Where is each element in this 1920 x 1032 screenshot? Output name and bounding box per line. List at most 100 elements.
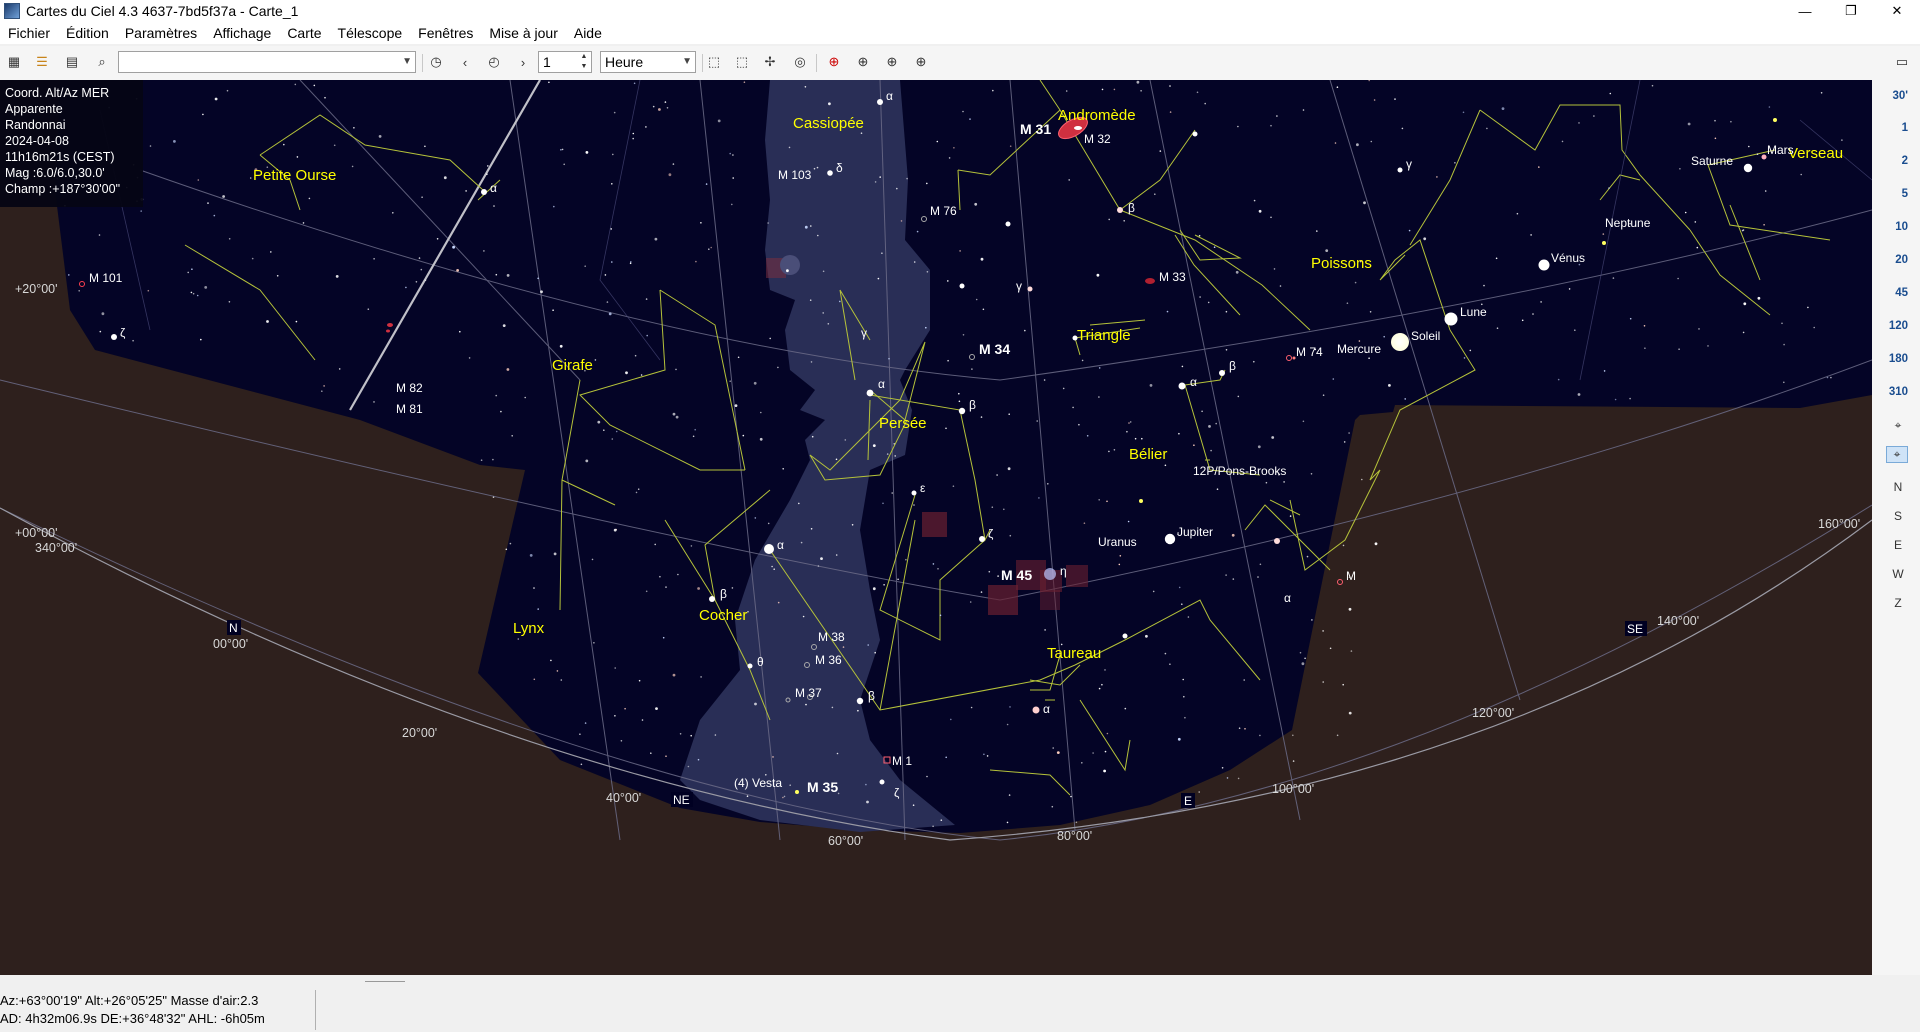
- svg-text:γ: γ: [1406, 157, 1412, 171]
- fov-button-120[interactable]: 120: [1889, 320, 1908, 332]
- details-icon[interactable]: ▤: [62, 52, 82, 72]
- target-icon[interactable]: ◎: [790, 52, 810, 72]
- fov-button-10[interactable]: 10: [1895, 221, 1908, 233]
- label-m82: M 82: [396, 381, 423, 395]
- sky-map[interactable]: +20°00' +00°00' 340°00' 00°00' 20°00' 40…: [0, 80, 1872, 975]
- svg-text:β: β: [969, 398, 976, 412]
- orient-s-button[interactable]: S: [1888, 509, 1908, 523]
- svg-text:ζ: ζ: [894, 786, 900, 800]
- time-now-icon[interactable]: ◴: [484, 52, 504, 72]
- zoom-area-icon[interactable]: ⬚: [704, 52, 724, 72]
- time-back-icon[interactable]: ‹: [455, 52, 475, 72]
- grid-label-dec20: +20°00': [15, 282, 58, 296]
- cardinal-e: E: [1184, 794, 1192, 808]
- constellation-lynx: Lynx: [513, 620, 545, 637]
- label-neptune: Neptune: [1605, 216, 1651, 230]
- label-soleil: Soleil: [1411, 329, 1440, 343]
- close-button[interactable]: ✕: [1874, 0, 1920, 22]
- title-bar: Cartes du Ciel 4.3 4637-7bd5f37a - Carte…: [0, 0, 1920, 22]
- fov-button-2[interactable]: 2: [1902, 155, 1908, 167]
- grid-label-az100: 100°00': [1272, 782, 1314, 796]
- menu-affichage[interactable]: Affichage: [205, 22, 279, 44]
- svg-text:ζ: ζ: [120, 326, 126, 340]
- time-unit-select[interactable]: Heure ▼: [600, 51, 696, 73]
- time-forward-icon[interactable]: ›: [513, 52, 533, 72]
- info-coord: Coord. Alt/Az MER: [5, 86, 110, 100]
- fov-toolbar: 30' 1 2 5 10 20 45 120 180 310 ⌖ ⌖ N S E…: [1872, 80, 1920, 975]
- telescope-abort-icon[interactable]: ⊕: [911, 52, 931, 72]
- label-m45: M 45: [1001, 567, 1032, 583]
- chevron-down-icon: ▼: [682, 56, 692, 67]
- orient-e-button[interactable]: E: [1888, 538, 1908, 552]
- svg-text:β: β: [868, 689, 875, 703]
- splitter-handle[interactable]: [365, 981, 405, 982]
- grid-label-az160: 160°00': [1818, 517, 1860, 531]
- maximize-button[interactable]: ❐: [1828, 0, 1874, 22]
- label-saturne: Saturne: [1691, 154, 1733, 168]
- menu-aide[interactable]: Aide: [566, 22, 610, 44]
- minimize-button[interactable]: —: [1782, 0, 1828, 22]
- label-m74: M 74: [1296, 345, 1323, 359]
- grid-label-az40: 40°00': [606, 791, 641, 805]
- orient-n-button[interactable]: N: [1888, 480, 1908, 494]
- orient-z-button[interactable]: Z: [1888, 596, 1908, 610]
- window-title: Cartes du Ciel 4.3 4637-7bd5f37a - Carte…: [26, 3, 299, 19]
- info-mag: Mag :6.0/6.0,30.0': [5, 166, 105, 180]
- info-date: 2024-04-08: [5, 134, 69, 148]
- grid-label-dec0: +00°00': [15, 526, 58, 540]
- status-radec: AD: 4h32m06.9s DE:+36°48'32" AHL: -6h05m: [0, 1011, 265, 1026]
- spinner-icon[interactable]: ▲ ▼: [577, 52, 591, 72]
- clock-icon[interactable]: ◷: [426, 52, 446, 72]
- fov-button-1[interactable]: 1: [1902, 122, 1908, 134]
- zoom-box-icon[interactable]: ⬚: [732, 52, 752, 72]
- constellation-persee: Persée: [879, 415, 927, 432]
- pan-icon[interactable]: ✢: [760, 52, 780, 72]
- grid-label-ra340: 340°00': [35, 541, 77, 555]
- label-m36: M 36: [815, 653, 842, 667]
- fov-button-30m[interactable]: 30': [1892, 90, 1908, 102]
- label-venus: Vénus: [1551, 251, 1585, 265]
- orient-w-button[interactable]: W: [1888, 567, 1908, 581]
- constellation-verseau: Verseau: [1788, 145, 1843, 162]
- label-m33: M 33: [1159, 270, 1186, 284]
- info-field: Champ :+187°30'00": [5, 182, 121, 196]
- svg-text:α: α: [777, 538, 784, 552]
- svg-text:β: β: [1128, 201, 1135, 215]
- label-m31: M 31: [1020, 121, 1051, 137]
- telescope-connect-icon[interactable]: ⊕: [824, 52, 844, 72]
- menu-edition[interactable]: Édition: [58, 22, 117, 44]
- label-uranus: Uranus: [1098, 535, 1137, 549]
- telescope-slew-icon[interactable]: ⊕: [853, 52, 873, 72]
- search-icon[interactable]: ⌕: [92, 52, 112, 72]
- grid-label-az120: 120°00': [1472, 706, 1514, 720]
- panel-toggle-icon[interactable]: ▭: [1892, 52, 1912, 72]
- constellation-petite-ourse: Petite Ourse: [253, 167, 336, 184]
- label-m1: M 1: [892, 754, 912, 768]
- constellation-belier: Bélier: [1129, 446, 1167, 463]
- menu-telescope[interactable]: Télescope: [330, 22, 411, 44]
- fov-button-5[interactable]: 5: [1902, 188, 1908, 200]
- fov-button-310[interactable]: 310: [1889, 386, 1908, 398]
- svg-text:α: α: [490, 181, 497, 195]
- menu-fichier[interactable]: Fichier: [0, 22, 58, 44]
- constellation-girafe: Girafe: [552, 357, 593, 374]
- menu-parametres[interactable]: Paramètres: [117, 22, 205, 44]
- fov-button-20[interactable]: 20: [1895, 254, 1908, 266]
- grid-label-az20: 20°00': [402, 726, 437, 740]
- telescope-sync-icon[interactable]: ⊕: [882, 52, 902, 72]
- equatorial-mode-icon[interactable]: ⌖: [1888, 418, 1908, 433]
- menu-mise-a-jour[interactable]: Mise à jour: [481, 22, 565, 44]
- sky-chart[interactable]: +20°00' +00°00' 340°00' 00°00' 20°00' 40…: [0, 80, 1872, 975]
- calendar-icon[interactable]: ▦: [4, 52, 24, 72]
- menu-fenetres[interactable]: Fenêtres: [410, 22, 481, 44]
- altaz-mode-icon[interactable]: ⌖: [1886, 446, 1908, 463]
- object-list-icon[interactable]: ☰: [32, 52, 52, 72]
- grid-label-az0: 00°00': [213, 637, 248, 651]
- constellation-taureau: Taureau: [1047, 645, 1101, 662]
- menu-carte[interactable]: Carte: [279, 22, 329, 44]
- search-input[interactable]: ▼: [118, 51, 416, 73]
- svg-text:ε: ε: [920, 481, 926, 495]
- time-step-input[interactable]: 1 ▲ ▼: [538, 51, 592, 73]
- fov-button-45[interactable]: 45: [1895, 287, 1908, 299]
- fov-button-180[interactable]: 180: [1889, 353, 1908, 365]
